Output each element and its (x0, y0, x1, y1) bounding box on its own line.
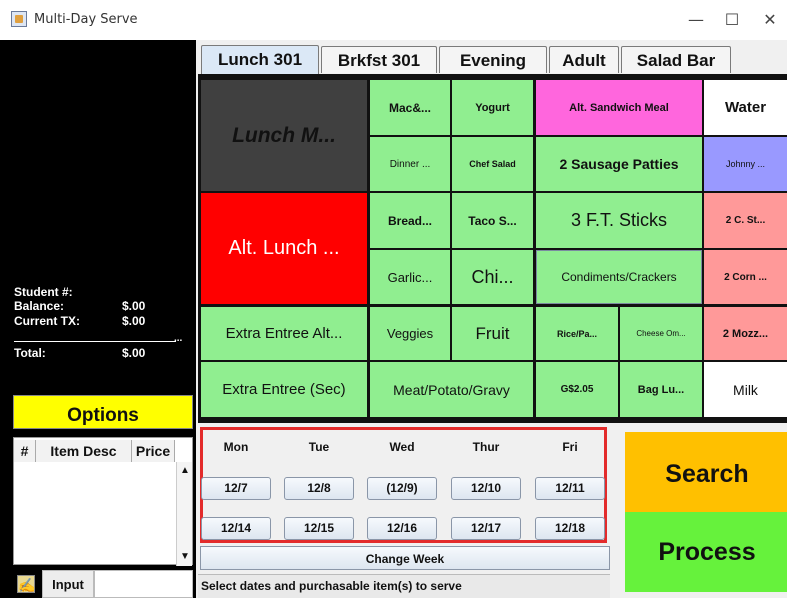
tab-brkfst-301[interactable]: Brkfst 301 (321, 46, 437, 73)
day-label-mon: Mon (223, 440, 249, 454)
scroll-down-arrow-icon[interactable]: ▼ (177, 550, 193, 564)
title-bar: Multi-Day Serve — ☐ ✕ (0, 0, 787, 40)
menu-item-fruit[interactable]: Fruit (452, 307, 533, 360)
menu-item-bag-lunch[interactable]: Bag Lu... (620, 362, 702, 417)
balance-label: Balance: (14, 299, 65, 313)
input-field[interactable] (94, 570, 193, 598)
current-tx-value: $.00 (122, 314, 146, 328)
item-table-scrollbar[interactable]: ▲ ▼ (176, 462, 192, 566)
menu-item-rice-pasta[interactable]: Rice/Pa... (536, 307, 618, 360)
app-icon (11, 11, 27, 27)
menu-item-2-c-sticks[interactable]: 2 C. St... (704, 193, 787, 248)
menu-item-garlic[interactable]: Garlic... (370, 250, 450, 304)
date-button-12-11[interactable]: 12/11 (535, 477, 605, 500)
date-button-12-9[interactable]: (12/9) (367, 477, 437, 500)
menu-item-lunch-meal[interactable]: Lunch M... (201, 80, 367, 191)
menu-item-g-price[interactable]: G$2.05 (536, 362, 618, 417)
close-button[interactable]: ✕ (750, 6, 787, 34)
multi-day-serve-window: Multi-Day Serve — ☐ ✕ Student #: Balance… (0, 0, 787, 598)
menu-item-chicken[interactable]: Chi... (452, 250, 533, 304)
date-button-12-17[interactable]: 12/17 (451, 517, 521, 540)
item-table[interactable]: # Item Desc Price ▲ ▼ (13, 437, 193, 566)
menu-item-2-sausage-patties[interactable]: 2 Sausage Patties (536, 137, 702, 191)
date-button-12-15[interactable]: 12/15 (284, 517, 354, 540)
item-table-header: # Item Desc Price (14, 438, 192, 462)
day-label-fri: Fri (562, 440, 578, 454)
input-label: Input (42, 570, 94, 598)
date-button-12-10[interactable]: 12/10 (451, 477, 521, 500)
menu-item-milk[interactable]: Milk (704, 362, 787, 417)
column-header-number[interactable]: # (14, 440, 36, 462)
scroll-up-arrow-icon[interactable]: ▲ (177, 464, 193, 478)
menu-item-taco[interactable]: Taco S... (452, 193, 533, 248)
menu-item-extra-entree-sec[interactable]: Extra Entree (Sec) (201, 362, 367, 417)
menu-item-3-ft-sticks[interactable]: 3 F.T. Sticks (536, 193, 702, 248)
tab-evening[interactable]: Evening (439, 46, 547, 73)
column-header-item-desc[interactable]: Item Desc (36, 440, 132, 462)
student-number-label: Student #: (14, 285, 73, 299)
total-separator (14, 341, 176, 342)
menu-item-2-mozz[interactable]: 2 Mozz... (704, 307, 787, 360)
menu-item-johnny[interactable]: Johnny ... (704, 137, 787, 191)
day-label-tue: Tue (308, 440, 330, 454)
date-button-12-18[interactable]: 12/18 (535, 517, 605, 540)
menu-item-condiments-crackers[interactable]: Condiments/Crackers (536, 250, 702, 304)
sum-ellipsis: ... (174, 333, 183, 344)
date-button-12-16[interactable]: 12/16 (367, 517, 437, 540)
menu-item-extra-entree-alt[interactable]: Extra Entree Alt... (201, 307, 367, 360)
input-mode-icon[interactable]: ✍ (17, 575, 35, 593)
date-button-12-8[interactable]: 12/8 (284, 477, 354, 500)
column-header-price[interactable]: Price (132, 440, 175, 462)
tab-adult[interactable]: Adult (549, 46, 619, 73)
menu-item-water[interactable]: Water (704, 80, 787, 135)
tab-lunch-301[interactable]: Lunch 301 (201, 45, 319, 74)
options-button[interactable]: Options (13, 395, 193, 429)
date-button-12-14[interactable]: 12/14 (201, 517, 271, 540)
day-label-wed: Wed (389, 440, 415, 454)
menu-item-2-corn[interactable]: 2 Corn ... (704, 250, 787, 304)
menu-item-bread[interactable]: Bread... (370, 193, 450, 248)
menu-item-veggies[interactable]: Veggies (370, 307, 450, 360)
menu-item-meat-potato-gravy[interactable]: Meat/Potato/Gravy (370, 362, 533, 417)
menu-item-yogurt[interactable]: Yogurt (452, 80, 533, 135)
date-button-12-7[interactable]: 12/7 (201, 477, 271, 500)
menu-item-dinner[interactable]: Dinner ... (370, 137, 450, 191)
tab-salad-bar[interactable]: Salad Bar (621, 46, 731, 73)
process-button[interactable]: Process (625, 512, 787, 592)
menu-item-alt-lunch[interactable]: Alt. Lunch ... (201, 193, 367, 304)
menu-item-grid: Lunch M... Alt. Lunch ... Extra Entree A… (198, 74, 787, 423)
total-value: $.00 (122, 346, 146, 360)
change-week-button[interactable]: Change Week (200, 546, 610, 570)
status-bar: Select dates and purchasable item(s) to … (198, 574, 610, 598)
menu-item-mac[interactable]: Mac&... (370, 80, 450, 135)
maximize-button[interactable]: ☐ (712, 6, 752, 34)
current-tx-label: Current TX: (14, 314, 80, 328)
menu-item-chef-salad[interactable]: Chef Salad (452, 137, 533, 191)
search-button[interactable]: Search (625, 432, 787, 512)
total-label: Total: (14, 346, 46, 360)
day-label-thur: Thur (472, 440, 500, 454)
menu-item-cheese-omelet[interactable]: Cheese Om... (620, 307, 702, 360)
window-title: Multi-Day Serve (34, 12, 138, 27)
balance-value: $.00 (122, 299, 146, 313)
menu-item-alt-sandwich-meal[interactable]: Alt. Sandwich Meal (536, 80, 702, 135)
minimize-button[interactable]: — (676, 6, 716, 34)
